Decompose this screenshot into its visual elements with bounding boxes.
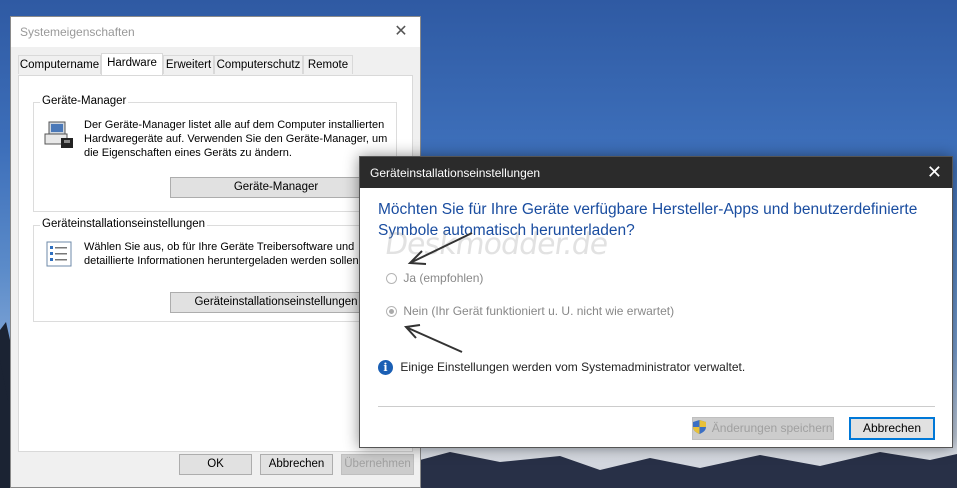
button-label: OK xyxy=(207,458,224,470)
device-manager-icon xyxy=(44,121,73,148)
description-line: die Eigenschaften eines Geräts zu ändern… xyxy=(84,147,292,159)
group-label: Geräteinstallationseinstellungen xyxy=(40,218,208,230)
tab-label: Erweitert xyxy=(165,59,212,71)
info-text: Einige Einstellungen werden vom Systemad… xyxy=(400,360,746,374)
tab-erweitert[interactable]: Erweitert xyxy=(163,55,214,74)
dialog-title-bar: Geräteinstallationseinstellungen ✕ xyxy=(360,157,952,188)
radio-button[interactable] xyxy=(386,306,397,318)
title-bar: Systemeigenschaften ✕ xyxy=(11,17,420,47)
cancel-button[interactable]: Abbrechen xyxy=(260,454,333,475)
watermark: Deskmodder.de xyxy=(382,227,610,262)
ok-button[interactable]: OK xyxy=(179,454,252,475)
admin-info-row: i Einige Einstellungen werden vom System… xyxy=(378,360,746,376)
radio-label: Nein (Ihr Gerät funktioniert u. U. nicht… xyxy=(403,304,675,318)
tab-remote[interactable]: Remote xyxy=(303,55,353,74)
tab-label: Computerschutz xyxy=(216,59,301,71)
button-label: Übernehmen xyxy=(344,458,411,470)
close-icon[interactable]: ✕ xyxy=(392,23,410,41)
device-manager-button[interactable]: Geräte-Manager xyxy=(170,177,382,198)
dialog-title: Geräteinstallationseinstellungen xyxy=(370,166,541,180)
tab-label: Remote xyxy=(307,59,349,71)
tab-hardware[interactable]: Hardware xyxy=(101,53,163,75)
description-line: Der Geräte-Manager listet alle auf dem C… xyxy=(84,119,385,131)
description-line: Hardwaregeräte auf. Verwenden Sie den Ge… xyxy=(84,133,388,145)
button-label: Geräteinstallationseinstellungen xyxy=(194,296,358,308)
button-label: Änderungen speichern xyxy=(711,421,833,435)
button-label: Geräte-Manager xyxy=(233,181,319,193)
tab-label: Computername xyxy=(19,59,100,71)
apply-button[interactable]: Übernehmen xyxy=(341,454,414,475)
radio-option-yes[interactable]: Ja (empfohlen) xyxy=(386,271,483,285)
device-installation-settings-dialog: Geräteinstallationseinstellungen ✕ Möcht… xyxy=(359,156,953,448)
device-installation-settings-button[interactable]: Geräteinstallationseinstellungen xyxy=(170,292,382,313)
hardware-tab-panel: Geräte-Manager Der Geräte-Manager listet… xyxy=(18,75,413,452)
device-manager-group: Geräte-Manager Der Geräte-Manager listet… xyxy=(33,95,397,212)
uac-shield-icon xyxy=(693,420,707,434)
tab-label: Hardware xyxy=(107,57,157,69)
save-changes-button[interactable]: Änderungen speichern xyxy=(692,417,834,440)
dialog-cancel-button[interactable]: Abbrechen xyxy=(849,417,935,440)
close-icon[interactable]: ✕ xyxy=(927,162,942,182)
divider xyxy=(378,406,935,407)
button-label: Abbrechen xyxy=(862,421,922,435)
tab-computerschutz[interactable]: Computerschutz xyxy=(214,55,303,74)
tab-computername[interactable]: Computername xyxy=(18,55,101,74)
button-label: Abbrechen xyxy=(268,458,325,470)
device-manager-description: Der Geräte-Manager listet alle auf dem C… xyxy=(84,118,387,160)
device-install-description: Wählen Sie aus, ob für Ihre Geräte Treib… xyxy=(84,240,362,268)
description-line: detaillierte Informationen heruntergelad… xyxy=(84,255,362,267)
device-installation-group: Geräteinstallationseinstellungen Wählen … xyxy=(33,218,397,322)
window-title: Systemeigenschaften xyxy=(20,25,135,39)
radio-button[interactable] xyxy=(386,273,397,285)
radio-label: Ja (empfohlen) xyxy=(403,271,484,285)
description-line: Wählen Sie aus, ob für Ihre Geräte Treib… xyxy=(84,241,355,253)
radio-option-no[interactable]: Nein (Ihr Gerät funktioniert u. U. nicht… xyxy=(386,304,674,318)
group-label: Geräte-Manager xyxy=(40,95,129,107)
info-icon: i xyxy=(378,360,393,376)
checklist-icon xyxy=(46,241,72,267)
question-line: Möchten Sie für Ihre Geräte verfügbare H… xyxy=(378,201,918,218)
